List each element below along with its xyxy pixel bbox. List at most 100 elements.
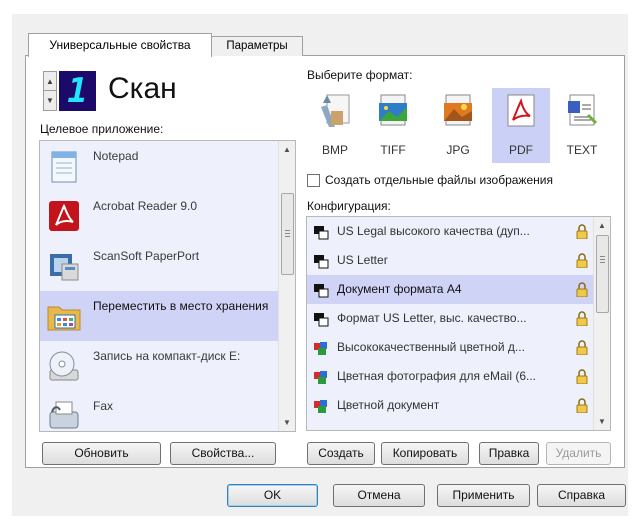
scrollbar-grip xyxy=(600,256,605,257)
app-name: Запись на компакт-диск E: xyxy=(93,349,241,363)
app-name: Переместить в место хранения xyxy=(93,299,269,313)
scrollbar-thumb[interactable] xyxy=(281,193,294,275)
lock-icon xyxy=(576,311,588,326)
list-item[interactable]: Переместить в место хранения xyxy=(40,291,279,341)
format-option-pdf[interactable]: PDF xyxy=(492,88,550,163)
config-name: Высококачественный цветной д... xyxy=(337,340,525,354)
configuration-list[interactable]: US Legal высокого качества (дуп... US Le… xyxy=(306,216,611,431)
bw-config-icon xyxy=(314,284,329,298)
scrollbar-grip xyxy=(600,262,605,263)
config-name: Цветной документ xyxy=(337,398,440,412)
button-number-spinner[interactable]: ▲ ▼ xyxy=(43,71,57,111)
scan-button-title: Скан xyxy=(108,72,177,105)
lock-icon xyxy=(576,282,588,297)
scroll-down-arrow-icon[interactable]: ▼ xyxy=(279,414,295,431)
list-item[interactable]: Fax xyxy=(40,391,279,431)
config-name: Цветная фотография для eMail (6... xyxy=(337,369,536,383)
color-config-icon xyxy=(314,342,327,355)
page-margin-bottom xyxy=(0,516,639,526)
format-option-jpg[interactable]: JPG xyxy=(429,88,487,163)
paperport-icon xyxy=(50,254,79,281)
properties-button[interactable]: Свойства... xyxy=(170,442,276,465)
jpg-format-icon xyxy=(444,94,472,126)
list-item[interactable]: Высококачественный цветной д... xyxy=(307,333,594,362)
scroll-down-arrow-icon[interactable]: ▼ xyxy=(594,413,610,430)
refresh-button[interactable]: Обновить xyxy=(42,442,161,465)
format-label-text: TEXT xyxy=(566,143,598,157)
list-item[interactable]: Notepad xyxy=(40,141,279,191)
spinner-down-arrow-icon[interactable]: ▼ xyxy=(44,91,56,110)
list-item[interactable]: Документ формата А4 xyxy=(307,275,594,304)
app-list-scrollbar[interactable]: ▲ ▼ xyxy=(278,141,295,431)
text-format-icon xyxy=(568,94,598,126)
separate-files-label: Создать отдельные файлы изображения xyxy=(325,173,553,187)
format-option-bmp[interactable]: BMP xyxy=(306,88,364,163)
config-name: Формат US Letter, выс. качество... xyxy=(337,311,527,325)
edit-button[interactable]: Правка xyxy=(479,442,539,465)
format-label-tiff: TIFF xyxy=(380,143,406,157)
scroll-up-arrow-icon[interactable]: ▲ xyxy=(594,217,610,234)
list-item[interactable]: US Letter xyxy=(307,246,594,275)
scrollbar-thumb[interactable] xyxy=(596,235,609,313)
format-option-tiff[interactable]: TIFF xyxy=(364,88,422,163)
scrollbar-grip xyxy=(285,233,290,234)
format-label-pdf: PDF xyxy=(509,143,533,157)
tiff-format-icon xyxy=(379,94,407,126)
cancel-button[interactable]: Отмена xyxy=(333,484,425,507)
button-number-display: 1 xyxy=(59,71,96,111)
lock-icon xyxy=(576,224,588,239)
scrollbar-grip xyxy=(600,259,605,260)
spinner-up-arrow-icon[interactable]: ▲ xyxy=(44,72,56,91)
page-margin-right xyxy=(628,0,639,526)
bw-config-icon xyxy=(314,255,329,269)
page-margin-top xyxy=(0,0,639,14)
app-name: ScanSoft PaperPort xyxy=(93,249,200,263)
format-option-text[interactable]: TEXT xyxy=(553,88,611,163)
scrollbar-grip xyxy=(285,236,290,237)
list-item[interactable]: Запись на компакт-диск E: xyxy=(40,341,279,391)
color-config-icon xyxy=(314,400,327,413)
config-name: Документ формата А4 xyxy=(337,282,462,296)
app-name: Fax xyxy=(93,399,114,413)
list-item[interactable]: US Legal высокого качества (дуп... xyxy=(307,217,594,246)
cd-burn-icon xyxy=(49,351,79,381)
ok-button[interactable]: OK xyxy=(227,484,318,507)
scrollbar-grip xyxy=(285,230,290,231)
notepad-icon xyxy=(51,151,77,183)
fax-icon xyxy=(49,401,79,429)
list-item[interactable]: Формат US Letter, выс. качество... xyxy=(307,304,594,333)
config-name: US Legal высокого качества (дуп... xyxy=(337,224,530,238)
apply-button[interactable]: Применить xyxy=(437,484,530,507)
list-item[interactable]: Acrobat Reader 9.0 xyxy=(40,191,279,241)
scroll-up-arrow-icon[interactable]: ▲ xyxy=(279,141,295,158)
help-button[interactable]: Справка xyxy=(537,484,626,507)
tab-parameters[interactable]: Параметры xyxy=(212,36,303,56)
bmp-format-icon xyxy=(321,94,350,127)
app-name: Notepad xyxy=(93,149,139,163)
bw-config-icon xyxy=(314,226,329,240)
config-name: US Letter xyxy=(337,253,388,267)
separate-files-checkbox[interactable] xyxy=(307,174,320,187)
destination-app-list[interactable]: Notepad Acrobat Reader 9.0 ScanSoft Pape… xyxy=(39,140,296,432)
app-name: Acrobat Reader 9.0 xyxy=(93,199,198,213)
lock-icon xyxy=(576,340,588,355)
configuration-list-scrollbar[interactable]: ▲ ▼ xyxy=(593,217,610,430)
acrobat-reader-icon xyxy=(49,201,79,231)
pdf-format-icon xyxy=(507,94,535,127)
color-config-icon xyxy=(314,371,327,384)
copy-button[interactable]: Копировать xyxy=(381,442,469,465)
lock-icon xyxy=(576,369,588,384)
lock-icon xyxy=(576,253,588,268)
delete-button[interactable]: Удалить xyxy=(546,442,611,465)
lock-icon xyxy=(576,398,588,413)
bw-config-icon xyxy=(314,313,329,327)
page-margin-left xyxy=(0,0,12,526)
folder-icon xyxy=(47,306,81,331)
list-item[interactable]: ScanSoft PaperPort xyxy=(40,241,279,291)
list-item[interactable]: Цветная фотография для eMail (6... xyxy=(307,362,594,391)
format-label-jpg: JPG xyxy=(446,143,470,157)
tab-universal-properties[interactable]: Универсальные свойства xyxy=(28,33,212,57)
list-item[interactable]: Цветной документ xyxy=(307,391,594,420)
create-button[interactable]: Создать xyxy=(307,442,375,465)
format-label-bmp: BMP xyxy=(321,143,348,157)
